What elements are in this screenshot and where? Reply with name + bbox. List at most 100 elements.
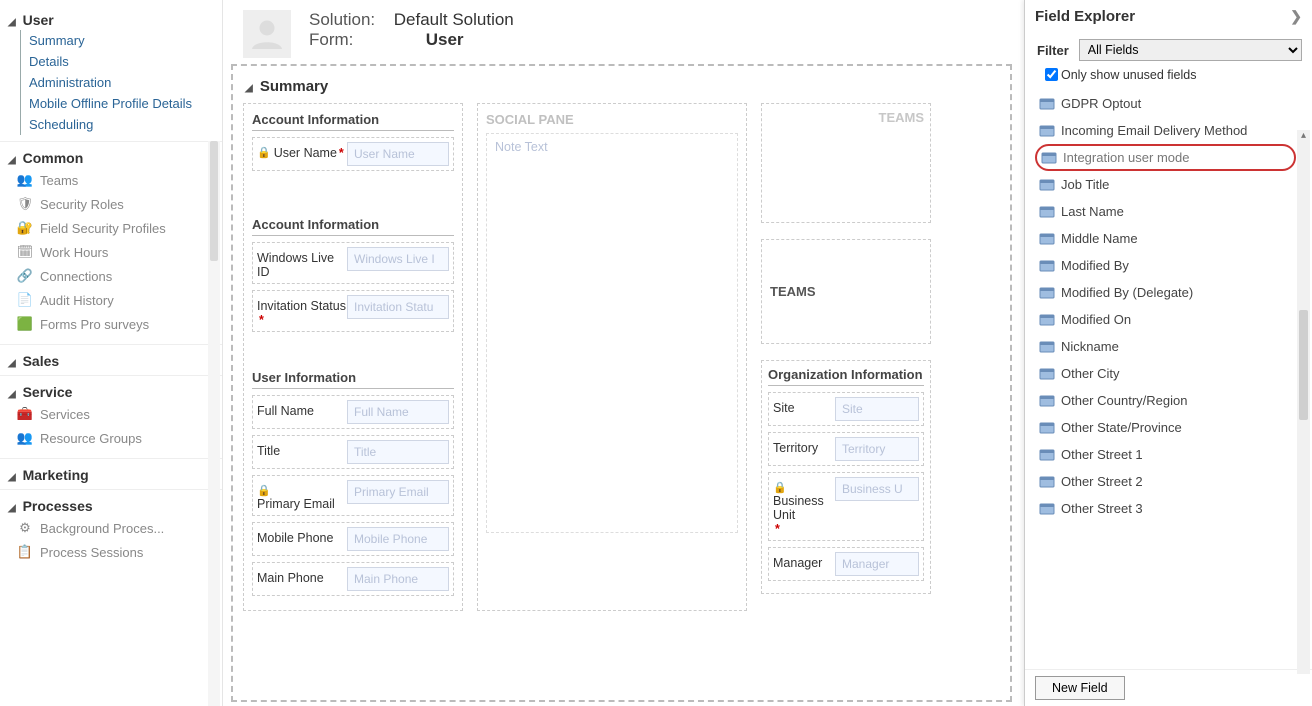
summary-column-1[interactable]: Account Information 🔒 User Name* User Na… bbox=[243, 103, 463, 611]
main-phone-input[interactable]: Main Phone bbox=[347, 567, 449, 591]
title-input[interactable]: Title bbox=[347, 440, 449, 464]
site-input[interactable]: Site bbox=[835, 397, 919, 421]
service-header[interactable]: ◢ Service bbox=[0, 380, 222, 402]
field-manager[interactable]: Manager Manager bbox=[768, 547, 924, 581]
collapse-caret-icon: ◢ bbox=[8, 17, 16, 28]
collapse-panel-icon[interactable]: ❯ bbox=[1290, 8, 1302, 25]
windows-live-input[interactable]: Windows Live I bbox=[347, 247, 449, 271]
field-item[interactable]: Other State/Province bbox=[1035, 414, 1296, 441]
field-item[interactable]: Modified By (Delegate) bbox=[1035, 279, 1296, 306]
summary-column-2[interactable]: SOCIAL PANE Note Text bbox=[477, 103, 747, 611]
explorer-scrollbar[interactable]: ▴ bbox=[1297, 130, 1310, 674]
field-icon bbox=[1039, 340, 1055, 354]
user-info-title: User Information bbox=[252, 370, 454, 389]
field-item[interactable]: Other Street 2 bbox=[1035, 468, 1296, 495]
field-item[interactable]: Other Country/Region bbox=[1035, 387, 1296, 414]
nav-work-hours[interactable]: 🗓Work Hours bbox=[12, 240, 222, 264]
field-item[interactable]: Nickname bbox=[1035, 333, 1296, 360]
field-item[interactable]: Middle Name bbox=[1035, 225, 1296, 252]
field-icon bbox=[1039, 502, 1055, 516]
collapse-caret-icon: ◢ bbox=[8, 503, 16, 514]
field-security-icon: 🔐 bbox=[16, 220, 34, 236]
field-icon bbox=[1039, 178, 1055, 192]
subnav-scheduling[interactable]: Scheduling bbox=[21, 114, 222, 135]
teams-header-block[interactable]: TEAMS bbox=[761, 103, 931, 223]
field-site[interactable]: Site Site bbox=[768, 392, 924, 426]
filter-select[interactable]: All Fields bbox=[1079, 39, 1302, 61]
nav-process-sessions[interactable]: 📋Process Sessions bbox=[12, 540, 222, 564]
nav-field-security[interactable]: 🔐Field Security Profiles bbox=[12, 216, 222, 240]
field-full-name[interactable]: Full Name Full Name bbox=[252, 395, 454, 429]
field-item[interactable]: Integration user mode bbox=[1035, 144, 1296, 171]
form-header: Solution: Default Solution Form: User bbox=[223, 0, 1020, 64]
form-canvas[interactable]: ◢ Summary Account Information 🔒 User Nam… bbox=[231, 64, 1012, 702]
field-business-unit[interactable]: 🔒Business Unit* Business U bbox=[768, 472, 924, 541]
field-item[interactable]: Modified By bbox=[1035, 252, 1296, 279]
nav-bg-processes[interactable]: ⚙Background Proces... bbox=[12, 516, 222, 540]
nav-services[interactable]: 🧰Services bbox=[12, 402, 222, 426]
marketing-header[interactable]: ◢ Marketing bbox=[0, 463, 222, 485]
field-item[interactable]: Job Title bbox=[1035, 171, 1296, 198]
nav-teams[interactable]: 👥Teams bbox=[12, 168, 222, 192]
field-explorer-title: Field Explorer bbox=[1035, 8, 1135, 25]
notes-textarea[interactable]: Note Text bbox=[486, 133, 738, 533]
section-summary-header[interactable]: ◢ Summary bbox=[245, 78, 1000, 95]
field-item[interactable]: Last Name bbox=[1035, 198, 1296, 225]
territory-input[interactable]: Territory bbox=[835, 437, 919, 461]
sales-header[interactable]: ◢ Sales bbox=[0, 349, 222, 371]
primary-email-input[interactable]: Primary Email bbox=[347, 480, 449, 504]
summary-column-3[interactable]: TEAMS TEAMS Organization Information Sit… bbox=[761, 103, 931, 611]
field-item[interactable]: Other Street 1 bbox=[1035, 441, 1296, 468]
org-info-block[interactable]: Organization Information Site Site Terri… bbox=[761, 360, 931, 594]
entity-nav-header[interactable]: ◢ User bbox=[0, 8, 222, 30]
nav-security-roles[interactable]: 🛡Security Roles bbox=[12, 192, 222, 216]
invitation-status-input[interactable]: Invitation Statu bbox=[347, 295, 449, 319]
field-item[interactable]: Incoming Email Delivery Method bbox=[1035, 117, 1296, 144]
left-navigation: ◢ User Summary Details Administration Mo… bbox=[0, 0, 223, 706]
field-windows-live-id[interactable]: Windows Live ID Windows Live I bbox=[252, 242, 454, 284]
field-item[interactable]: Other Street 3 bbox=[1035, 495, 1296, 522]
nav-resource-groups[interactable]: 👥Resource Groups bbox=[12, 426, 222, 450]
scroll-up-icon[interactable]: ▴ bbox=[1297, 130, 1310, 144]
subnav-mobile-offline[interactable]: Mobile Offline Profile Details bbox=[21, 93, 222, 114]
form-designer-center: Solution: Default Solution Form: User ◢ … bbox=[223, 0, 1020, 706]
new-field-button[interactable]: New Field bbox=[1035, 676, 1125, 700]
field-invitation-status[interactable]: Invitation Status* Invitation Statu bbox=[252, 290, 454, 332]
field-user-name[interactable]: 🔒 User Name* User Name bbox=[252, 137, 454, 171]
resource-groups-icon: 👥 bbox=[16, 430, 34, 446]
nav-forms-pro[interactable]: 🟩Forms Pro surveys bbox=[12, 312, 222, 336]
field-territory[interactable]: Territory Territory bbox=[768, 432, 924, 466]
field-primary-email[interactable]: 🔒Primary Email Primary Email bbox=[252, 475, 454, 516]
full-name-input[interactable]: Full Name bbox=[347, 400, 449, 424]
field-main-phone[interactable]: Main Phone Main Phone bbox=[252, 562, 454, 596]
manager-input[interactable]: Manager bbox=[835, 552, 919, 576]
common-header[interactable]: ◢ Common bbox=[0, 146, 222, 168]
processes-header[interactable]: ◢ Processes bbox=[0, 494, 222, 516]
field-item[interactable]: Modified On bbox=[1035, 306, 1296, 333]
field-icon bbox=[1039, 205, 1055, 219]
subnav-details[interactable]: Details bbox=[21, 51, 222, 72]
field-list[interactable]: GDPR OptoutIncoming Email Delivery Metho… bbox=[1035, 90, 1296, 667]
field-title[interactable]: Title Title bbox=[252, 435, 454, 469]
field-icon bbox=[1041, 151, 1057, 165]
field-mobile-phone[interactable]: Mobile Phone Mobile Phone bbox=[252, 522, 454, 556]
nav-connections[interactable]: 🔗Connections bbox=[12, 264, 222, 288]
common-title: Common bbox=[23, 150, 84, 166]
teams-subgrid[interactable]: TEAMS bbox=[761, 239, 931, 344]
business-unit-input[interactable]: Business U bbox=[835, 477, 919, 501]
unused-fields-checkbox[interactable] bbox=[1045, 68, 1058, 81]
user-name-input[interactable]: User Name bbox=[347, 142, 449, 166]
service-title: Service bbox=[23, 384, 73, 400]
form-label: Form: bbox=[309, 30, 389, 50]
required-star-icon: * bbox=[339, 146, 344, 160]
subnav-summary[interactable]: Summary bbox=[21, 30, 222, 51]
subnav-administration[interactable]: Administration bbox=[21, 72, 222, 93]
mobile-phone-input[interactable]: Mobile Phone bbox=[347, 527, 449, 551]
field-item[interactable]: Other City bbox=[1035, 360, 1296, 387]
leftnav-scrollbar[interactable] bbox=[208, 141, 220, 706]
teams-label: TEAMS bbox=[770, 284, 816, 299]
collapse-caret-icon: ◢ bbox=[8, 358, 16, 369]
field-icon bbox=[1039, 97, 1055, 111]
nav-audit-history[interactable]: 📄Audit History bbox=[12, 288, 222, 312]
field-item[interactable]: GDPR Optout bbox=[1035, 90, 1296, 117]
